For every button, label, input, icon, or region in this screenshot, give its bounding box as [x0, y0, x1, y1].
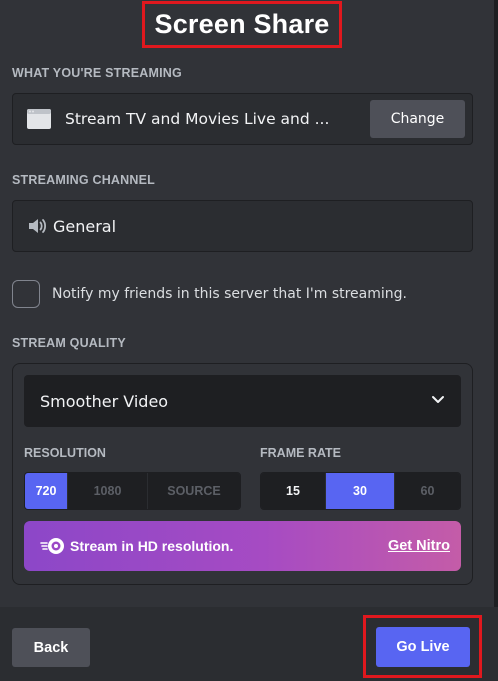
framerate-option-30[interactable]: 30 — [326, 473, 395, 509]
stream-app-title: Stream TV and Movies Live and ... — [65, 110, 330, 128]
nitro-icon — [40, 538, 64, 554]
resolution-toggle: 720 1080 SOURCE — [24, 472, 241, 510]
app-window-icon — [27, 109, 51, 129]
channel-box: General — [12, 200, 473, 252]
notify-checkbox[interactable] — [12, 280, 40, 308]
channel-name: General — [53, 216, 117, 236]
get-nitro-link[interactable]: Get Nitro — [388, 538, 450, 554]
quality-preset-select[interactable]: Smoother Video — [24, 375, 461, 427]
notify-row: Notify my friends in this server that I'… — [12, 280, 407, 308]
quality-label: STREAM QUALITY — [12, 336, 126, 350]
notify-label: Notify my friends in this server that I'… — [52, 286, 407, 302]
quality-preset-value: Smoother Video — [40, 391, 169, 411]
resolution-option-1080[interactable]: 1080 — [68, 473, 148, 509]
title-highlight: Screen Share — [142, 1, 342, 48]
nitro-upsell-banner: Stream in HD resolution. Get Nitro — [24, 521, 461, 571]
framerate-toggle: 15 30 60 — [260, 472, 461, 510]
go-live-button[interactable]: Go Live — [376, 627, 470, 667]
change-button[interactable]: Change — [370, 100, 465, 138]
streaming-label: WHAT YOU'RE STREAMING — [12, 66, 182, 80]
quality-box: Smoother Video RESOLUTION 720 1080 SOURC… — [12, 363, 473, 585]
stream-source-box: Stream TV and Movies Live and ... Change — [12, 93, 473, 145]
nitro-message: Stream in HD resolution. — [70, 538, 234, 554]
resolution-option-source[interactable]: SOURCE — [148, 473, 240, 509]
channel-label: STREAMING CHANNEL — [12, 173, 155, 187]
framerate-label: FRAME RATE — [260, 446, 342, 460]
window-edge — [494, 0, 498, 681]
back-button[interactable]: Back — [12, 628, 90, 667]
framerate-option-60[interactable]: 60 — [395, 473, 460, 509]
speaker-icon — [29, 219, 46, 233]
page-title: Screen Share — [154, 9, 330, 39]
framerate-option-15[interactable]: 15 — [261, 473, 326, 509]
chevron-down-icon — [432, 396, 444, 403]
resolution-option-720[interactable]: 720 — [25, 473, 68, 509]
resolution-label: RESOLUTION — [24, 446, 106, 460]
